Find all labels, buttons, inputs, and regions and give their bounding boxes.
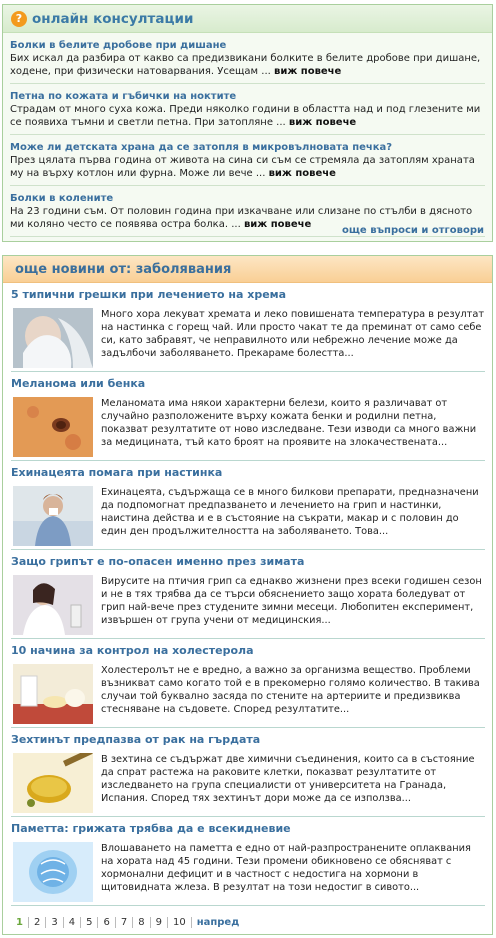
news-excerpt: Влошаването на паметта е едно от най-раз…	[101, 843, 471, 893]
consultation-item: Може ли детската храна да се затопля в м…	[10, 135, 485, 186]
news-title: още новини от: заболявания	[15, 261, 232, 277]
news-thumbnail[interactable]	[13, 308, 93, 368]
news-thumbnail[interactable]	[13, 575, 93, 635]
news-excerpt: Вирусите на птичия грип са еднакво жизне…	[101, 576, 482, 626]
news-item-title-link[interactable]: Зехтинът предпазва от рак на гърдата	[11, 733, 485, 747]
page-link-2[interactable]: 2	[29, 917, 47, 928]
news-item-title-link[interactable]: Ехинацеята помага при настинка	[11, 466, 485, 480]
news-item: Меланома или бенка Меланомата има някои …	[11, 377, 485, 461]
consultation-title-link[interactable]: Може ли детската храна да се затопля в м…	[10, 141, 485, 154]
news-item-title-link[interactable]: Меланома или бенка	[11, 377, 485, 391]
consultations-title: онлайн консултации	[32, 10, 194, 27]
consultation-title-link[interactable]: Болки в колените	[10, 192, 485, 205]
news-box: още новини от: заболявания 5 типични гре…	[2, 255, 493, 935]
news-thumbnail[interactable]	[13, 486, 93, 546]
page-link-9[interactable]: 9	[151, 917, 168, 928]
news-item: 10 начина за контрол на холестерола Холе…	[11, 644, 485, 728]
news-thumbnail[interactable]	[13, 842, 93, 902]
consultation-title-link[interactable]: Болки в белите дробове при дишане	[10, 39, 485, 52]
news-item: Паметта: грижата трябва да е всекидневие…	[11, 822, 485, 906]
news-item-title-link[interactable]: 10 начина за контрол на холестерола	[11, 644, 485, 658]
see-more-link[interactable]: виж повече	[274, 66, 341, 77]
consultation-excerpt: Страдам от много суха кожа. Преди няколк…	[10, 104, 481, 128]
news-excerpt: Меланомата има някои характерни белези, …	[101, 398, 477, 448]
news-excerpt: Ехинацеята, съдържаща се в много билкови…	[101, 487, 479, 537]
news-item: Зехтинът предпазва от рак на гърдата В з…	[11, 733, 485, 817]
news-excerpt: Много хора лекуват хремата и леко повише…	[101, 309, 485, 359]
news-thumbnail[interactable]	[13, 753, 93, 813]
question-icon: ?	[11, 10, 27, 27]
next-page-link[interactable]: напред	[192, 917, 245, 928]
news-excerpt: В зехтина се съдържат две химични съедин…	[101, 754, 475, 804]
page-link-8[interactable]: 8	[133, 917, 151, 928]
consultation-title-link[interactable]: Петна по кожата и гъбички на ноктите	[10, 90, 485, 103]
page-link-6[interactable]: 6	[98, 917, 116, 928]
page-link-4[interactable]: 4	[64, 917, 82, 928]
news-item: Защо грипът е по-опасен именно през зима…	[11, 555, 485, 639]
news-item: Ехинацеята помага при настинка Ехинацеят…	[11, 466, 485, 550]
consultation-excerpt: През цялата първа година от живота на си…	[10, 155, 475, 179]
consultation-item: Болки в белите дробове при дишане Бих ис…	[10, 33, 485, 84]
page-link-3[interactable]: 3	[46, 917, 64, 928]
news-item: 5 типични грешки при лечението на хрема …	[11, 288, 485, 372]
news-excerpt: Холестеролът не е вредно, а важно за орг…	[101, 665, 480, 715]
see-more-link[interactable]: виж повече	[289, 117, 356, 128]
see-more-link[interactable]: виж повече	[269, 168, 336, 179]
consultation-excerpt: Бих искал да разбира от какво са предизв…	[10, 53, 481, 77]
page-link-7[interactable]: 7	[116, 917, 134, 928]
news-item-title-link[interactable]: Защо грипът е по-опасен именно през зима…	[11, 555, 485, 569]
consultations-box: ? онлайн консултации Болки в белите дроб…	[2, 4, 493, 242]
page-link-1[interactable]: 1	[11, 917, 29, 928]
more-questions-link[interactable]: още въпроси и отговори	[342, 225, 484, 236]
news-item-title-link[interactable]: Паметта: грижата трябва да е всекидневие	[11, 822, 485, 836]
news-thumbnail[interactable]	[13, 664, 93, 724]
see-more-link[interactable]: виж повече	[244, 219, 311, 230]
page-link-5[interactable]: 5	[81, 917, 99, 928]
pagination: 1 2 3 4 5 6 7 8 9 10 напред	[11, 917, 244, 928]
consultations-header: ? онлайн консултации	[3, 5, 492, 33]
news-header: още новини от: заболявания	[3, 256, 492, 283]
news-item-title-link[interactable]: 5 типични грешки при лечението на хрема	[11, 288, 485, 302]
news-thumbnail[interactable]	[13, 397, 93, 457]
consultation-item: Петна по кожата и гъбички на ноктите Стр…	[10, 84, 485, 135]
page-link-10[interactable]: 10	[168, 917, 192, 928]
